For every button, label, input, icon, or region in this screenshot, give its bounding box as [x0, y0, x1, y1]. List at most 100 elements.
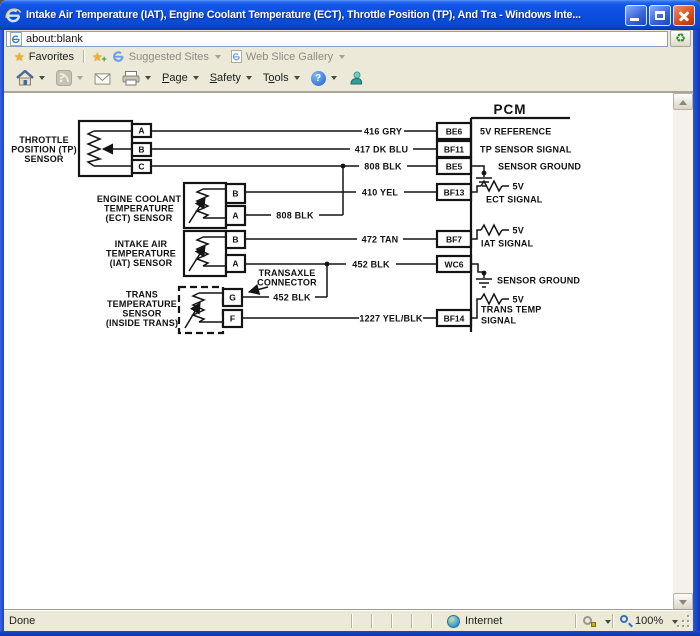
- ect-label-1: ENGINE COOLANT: [97, 194, 182, 204]
- pcm-sensor-ground-1: SENSOR GROUND: [498, 162, 581, 172]
- vertical-scrollbar[interactable]: [673, 93, 693, 610]
- chevron-down-icon: [145, 76, 151, 80]
- messenger-button[interactable]: [344, 68, 368, 88]
- help-icon: ?: [311, 71, 326, 86]
- lock-icon: [591, 622, 596, 627]
- read-mail-button[interactable]: [90, 70, 115, 87]
- ie-logo-icon: [5, 7, 22, 24]
- home-button[interactable]: [12, 68, 49, 88]
- terminal-wc6: WC6: [445, 260, 464, 270]
- wire-label-410-yel: 410 YEL: [362, 188, 399, 198]
- transaxle-connector-callout: TRANSAXLE CONNECTOR: [249, 268, 317, 292]
- ect-label-2: TEMPERATURE: [104, 204, 174, 214]
- window-border-right: [693, 28, 700, 636]
- toolbar-content-divider: [4, 91, 693, 93]
- trans-label-2: TEMPERATURE: [107, 299, 177, 309]
- chevron-down-icon: [193, 76, 199, 80]
- iat-sensor: B A INTAKE AIR TEMPERATURE (IAT) SENSOR: [106, 231, 245, 276]
- address-text: about:blank: [26, 33, 83, 45]
- status-separator: [431, 614, 432, 628]
- trans-pin-f: F: [230, 314, 235, 324]
- refresh-button[interactable]: ♻: [670, 30, 691, 47]
- mail-icon: [94, 72, 111, 85]
- wire-label-808-blk-2: 808 BLK: [276, 211, 314, 221]
- wire-label-452-blk-1: 452 BLK: [352, 260, 390, 270]
- window-title: Intake Air Temperature (IAT), Engine Coo…: [26, 9, 621, 21]
- web-slice-gallery-button[interactable]: Web Slice Gallery: [226, 49, 350, 64]
- status-separator: [391, 614, 392, 628]
- chevron-down-icon: [215, 55, 221, 59]
- tools-menu-label: Tools: [263, 72, 289, 84]
- pcm-tp-sensor-signal: TP SENSOR SIGNAL: [480, 145, 572, 155]
- pcm-trans-temp-signal-2: SIGNAL: [481, 316, 517, 326]
- chevron-down-icon: [39, 76, 45, 80]
- close-button[interactable]: [673, 5, 695, 26]
- safety-menu-button[interactable]: Safety: [206, 70, 256, 86]
- status-separator: [351, 614, 352, 628]
- favorites-label: Favorites: [29, 51, 74, 63]
- trans-label-1: TRANS: [126, 290, 158, 300]
- title-bar[interactable]: Intake Air Temperature (IAT), Engine Coo…: [0, 0, 700, 30]
- tp-sensor: A B C THROTTLE POSITION (TP) SENSOR: [11, 121, 151, 176]
- ie-icon: [112, 50, 125, 63]
- tools-menu-button[interactable]: Tools: [259, 70, 304, 86]
- zoom-level[interactable]: 100%: [635, 615, 663, 627]
- favorites-button[interactable]: ★ Favorites: [9, 50, 79, 64]
- add-plus-icon: +: [102, 54, 107, 64]
- address-bar-row: about:blank ♻: [4, 30, 693, 48]
- pcm-5v-3: 5V: [513, 295, 524, 305]
- status-separator: [371, 614, 372, 628]
- web-slice-gallery-label: Web Slice Gallery: [246, 51, 333, 63]
- add-to-favorites-bar-button[interactable]: ★ +: [88, 51, 107, 63]
- iat-label-3: (IAT) SENSOR: [110, 258, 173, 268]
- status-text: Done: [9, 615, 35, 627]
- home-icon: [16, 70, 34, 86]
- chevron-down-icon: [246, 76, 252, 80]
- tp-pin-b: B: [138, 145, 144, 155]
- favorites-star-icon: ★: [14, 51, 25, 63]
- iat-label-1: INTAKE AIR: [115, 239, 168, 249]
- pcm-sensor-ground-2: SENSOR GROUND: [497, 276, 580, 286]
- wire-label-808-blk-1: 808 BLK: [364, 162, 402, 172]
- pcm-trans-temp-signal-1: TRANS TEMP: [481, 305, 542, 315]
- chevron-down-icon[interactable]: [605, 620, 611, 624]
- trans-label-4: (INSIDE TRANS): [106, 318, 178, 328]
- web-slice-page-icon: [231, 50, 242, 63]
- tp-label-1: THROTTLE: [19, 135, 69, 145]
- safety-menu-label: Safety: [210, 72, 241, 84]
- ect-pin-b: B: [232, 189, 238, 199]
- callout-line-1: TRANSAXLE: [259, 268, 316, 278]
- status-bar: Done Internet 100%: [4, 610, 693, 631]
- ect-label-3: (ECT) SENSOR: [106, 213, 173, 223]
- page-menu-button[interactable]: Page: [158, 70, 203, 86]
- scroll-down-button[interactable]: [673, 593, 693, 610]
- address-input[interactable]: about:blank: [6, 31, 668, 47]
- window-border-left: [0, 28, 4, 636]
- page-menu-label: Page: [162, 72, 188, 84]
- print-button[interactable]: [118, 69, 155, 88]
- separator: [83, 50, 84, 63]
- window-border-bottom: [0, 631, 700, 636]
- iat-label-2: TEMPERATURE: [106, 249, 176, 259]
- tp-pin-c: C: [138, 162, 144, 172]
- maximize-button[interactable]: [649, 5, 671, 26]
- messenger-icon: [348, 70, 364, 86]
- pcm-block: PCM 5V REFERENCE TP SENSOR SIGNAL SENSOR…: [471, 102, 581, 332]
- security-zone-label[interactable]: Internet: [465, 615, 502, 627]
- help-button[interactable]: ?: [307, 69, 341, 88]
- pcm-5v-1: 5V: [513, 182, 524, 192]
- rss-feed-icon: [56, 70, 72, 86]
- pcm-terminals: BE6 BF11 BE5 BF13 BF7 WC6 BF14: [437, 123, 471, 326]
- page-content: A B C THROTTLE POSITION (TP) SENSOR B A: [4, 93, 673, 610]
- resize-grip[interactable]: [677, 614, 691, 628]
- scroll-up-button[interactable]: [673, 93, 693, 110]
- page-icon: [10, 32, 22, 46]
- wire-label-416-gry: 416 GRY: [364, 127, 402, 137]
- suggested-sites-button[interactable]: Suggested Sites: [107, 49, 226, 64]
- tp-label-2: POSITION (TP): [11, 145, 77, 155]
- feeds-button[interactable]: [52, 68, 87, 88]
- pcm-title: PCM: [494, 102, 527, 117]
- pcm-5v-2: 5V: [513, 226, 524, 236]
- terminal-be5: BE5: [446, 162, 463, 172]
- minimize-button[interactable]: [625, 5, 647, 26]
